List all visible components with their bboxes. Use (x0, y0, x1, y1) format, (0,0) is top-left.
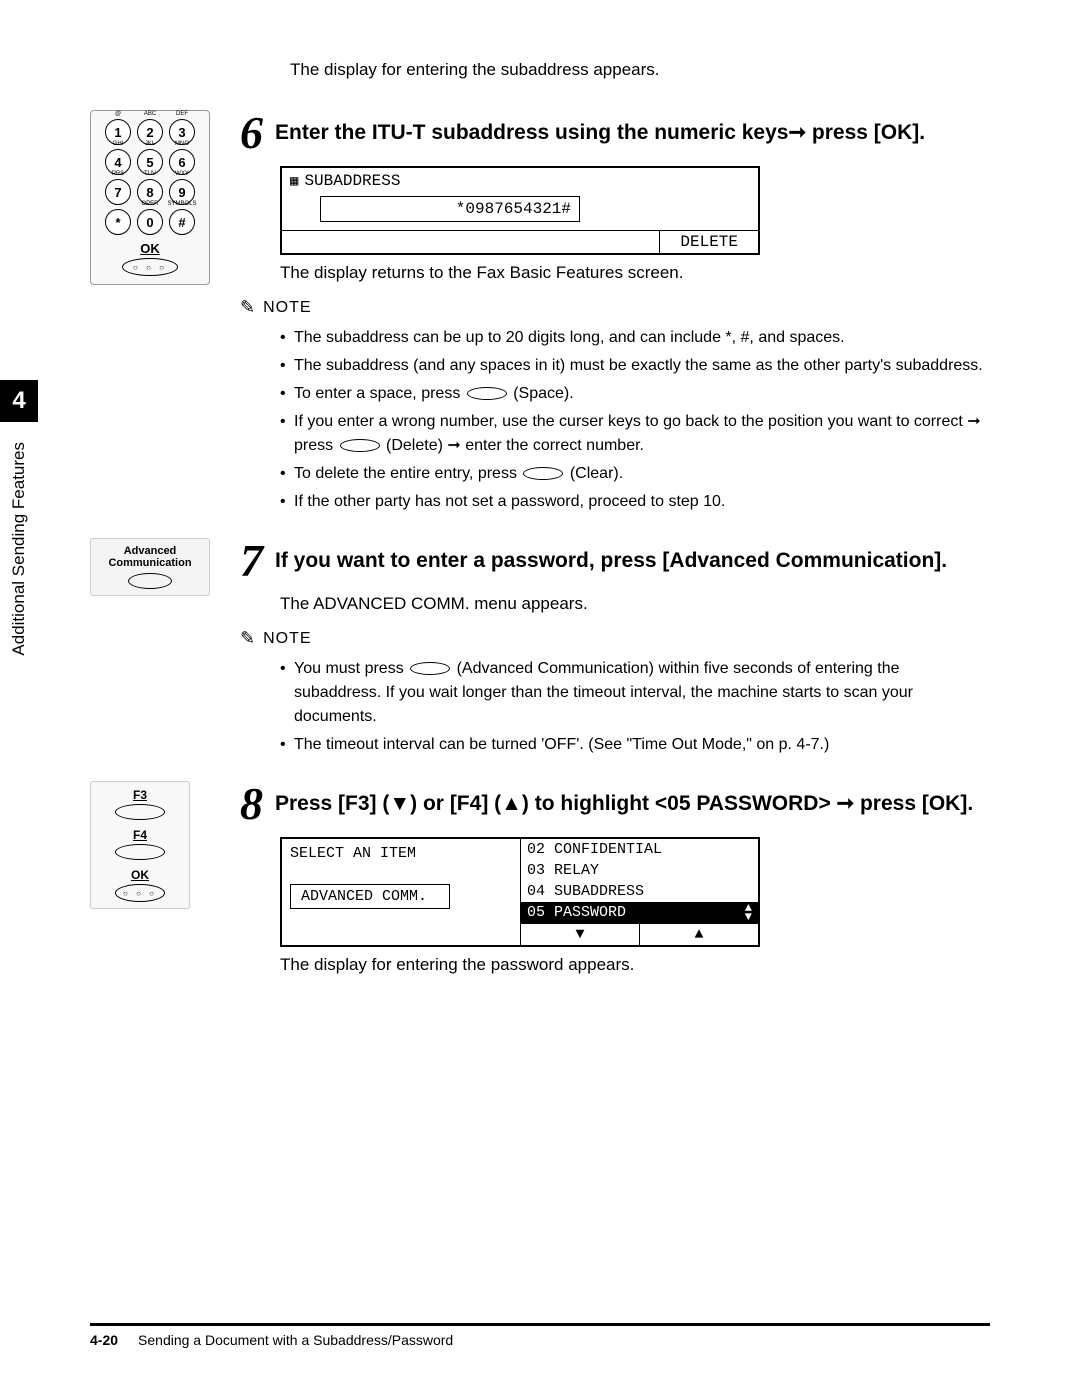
pill-button-icon (523, 467, 563, 480)
menu-item-selected: 05 PASSWORD ▲▼ (521, 902, 758, 923)
note-item: The timeout interval can be turned 'OFF'… (280, 733, 990, 757)
key-0: OPER0 (137, 209, 163, 235)
ok-label: OK (97, 868, 183, 882)
step-number-7: 7 (240, 538, 263, 584)
note-item: If you enter a wrong number, use the cur… (280, 410, 990, 458)
lcd-subaddress: ▦ SUBADDRESS *0987654321# DELETE (280, 166, 760, 255)
lcd-select-item-label: SELECT AN ITEM (290, 845, 512, 862)
chapter-number: 4 (0, 380, 38, 422)
footer-title: Sending a Document with a Subaddress/Pas… (138, 1332, 453, 1348)
step-6-title: Enter the ITU-T subaddress using the num… (275, 110, 925, 147)
note-label: NOTE (263, 299, 311, 317)
updown-icon: ▲▼ (745, 904, 752, 921)
note-item: The subaddress can be up to 20 digits lo… (280, 326, 990, 350)
note-icon: ✎ (240, 628, 255, 649)
note-label: NOTE (263, 630, 311, 648)
f3-label: F3 (97, 788, 183, 802)
note-item: The subaddress (and any spaces in it) mu… (280, 354, 990, 378)
pill-button-icon (410, 662, 450, 675)
step-8-after: The display for entering the password ap… (280, 955, 990, 975)
note-icon: ✎ (240, 297, 255, 318)
note-item: You must press (Advanced Communication) … (280, 657, 990, 729)
step-8-title: Press [F3] (▼) or [F4] (▲) to highlight … (275, 781, 973, 818)
fkey-illustration: F3 F4 OK ○ ○ ○ (90, 781, 190, 909)
subaddress-icon: ▦ (290, 173, 298, 190)
key-star: * (105, 209, 131, 235)
step-7-after: The ADVANCED COMM. menu appears. (280, 594, 990, 614)
pill-button-icon (340, 439, 380, 452)
note-item: To enter a space, press (Space). (280, 382, 990, 406)
advanced-comm-button-illustration: Advanced Communication (90, 538, 210, 596)
page-footer: 4-20 Sending a Document with a Subaddres… (90, 1323, 990, 1348)
step-number-8: 8 (240, 781, 263, 827)
pill-button-icon (115, 804, 165, 820)
numeric-keypad-illustration: @1 ABC2 DEF3 GHI4 JKL5 MNO6 PRS7 TUV8 WX… (90, 110, 210, 285)
note-item: If the other party has not set a passwor… (280, 490, 990, 514)
ok-button-illustration: ○ ○ ○ (115, 884, 165, 902)
step-6-notes: The subaddress can be up to 20 digits lo… (280, 326, 990, 514)
menu-item: 04 SUBADDRESS (521, 881, 758, 902)
step-8: F3 F4 OK ○ ○ ○ 8 Press [F3] (▼) or [F4] … (90, 781, 990, 987)
step-number-6: 6 (240, 110, 263, 156)
ok-label: OK (97, 241, 203, 256)
pill-button-icon (467, 387, 507, 400)
page-number: 4-20 (90, 1332, 118, 1348)
lcd-delete-softkey: DELETE (659, 231, 758, 253)
side-label: Additional Sending Features (9, 442, 29, 656)
step-6: @1 ABC2 DEF3 GHI4 JKL5 MNO6 PRS7 TUV8 WX… (90, 110, 990, 518)
pill-button-icon (128, 573, 172, 589)
menu-item: 03 RELAY (521, 860, 758, 881)
lcd-subaddress-label: SUBADDRESS (304, 172, 400, 190)
up-arrow-icon: ▲ (640, 924, 758, 945)
side-tab: 4 Additional Sending Features (0, 380, 38, 656)
lcd-advanced-comm-label: ADVANCED COMM. (290, 884, 450, 909)
intro-text: The display for entering the subaddress … (290, 60, 990, 80)
lcd-subaddress-value: *0987654321# (320, 196, 580, 222)
pill-button-icon (115, 844, 165, 860)
step-7-notes: You must press (Advanced Communication) … (280, 657, 990, 757)
step-7-title: If you want to enter a password, press [… (275, 538, 947, 575)
step-6-after: The display returns to the Fax Basic Fea… (280, 263, 990, 283)
ok-button-illustration: ○ ○ ○ (122, 258, 178, 276)
menu-item: 02 CONFIDENTIAL (521, 839, 758, 860)
down-arrow-icon: ▼ (521, 924, 640, 945)
key-hash: SYMBOLS# (169, 209, 195, 235)
lcd-advanced-comm: SELECT AN ITEM ADVANCED COMM. 02 CONFIDE… (280, 837, 760, 947)
step-7: Advanced Communication 7 If you want to … (90, 538, 990, 761)
f4-label: F4 (97, 828, 183, 842)
key-7: PRS7 (105, 179, 131, 205)
note-item: To delete the entire entry, press (Clear… (280, 462, 990, 486)
